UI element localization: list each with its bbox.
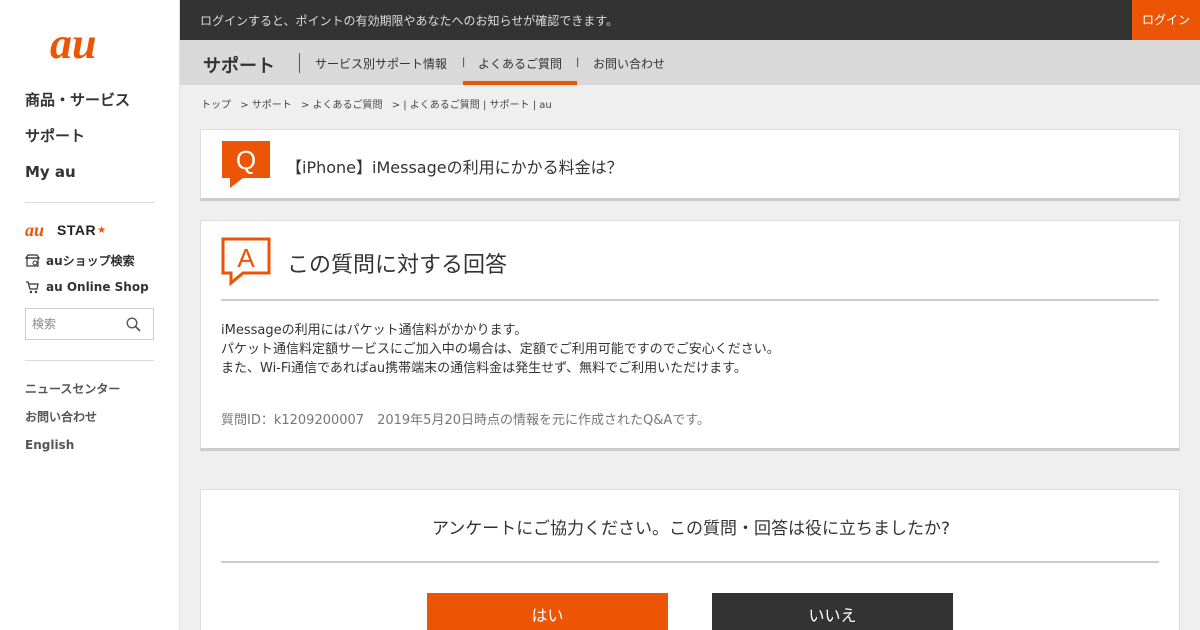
search-input[interactable] <box>26 310 121 338</box>
answer-line: また、Wi-Fi通信であればau携帯端末の通信料金は発生せず、無料でご利用いただ… <box>221 361 747 376</box>
subnav-separator: | <box>462 57 466 68</box>
au-mini-logo-icon: au <box>25 222 44 238</box>
survey-question: アンケートにご協力ください。この質問・回答は役に立ちましたか? <box>431 519 950 539</box>
breadcrumb: トップ > サポート > よくあるご質問 > | よくあるご質問 | サポート … <box>201 96 558 111</box>
answer-body: iMessageの利用にはパケット通信料がかかります。 パケット通信料定額サービ… <box>221 321 780 378</box>
shop-icon <box>25 253 40 267</box>
au-shop-search-label: auショップ検索 <box>46 254 135 268</box>
yes-button[interactable]: はい <box>427 593 668 630</box>
subnav-title[interactable]: サポート <box>203 52 275 78</box>
austar-logo[interactable]: au STAR ★ <box>25 221 106 239</box>
nav-support[interactable]: サポート <box>25 124 130 160</box>
sidebar-divider <box>25 202 154 203</box>
active-tab-indicator <box>463 81 577 85</box>
sidebar: au 商品・サービス サポート My au au STAR ★ auショップ検索… <box>0 0 180 630</box>
star-icon: ★ <box>97 224 107 236</box>
breadcrumb-current: > | よくあるご質問 | サポート | au <box>391 100 552 111</box>
au-shop-search-link[interactable]: auショップ検索 <box>25 252 135 269</box>
sidebar-sub-links: ニュースセンター お問い合わせ English <box>25 380 120 464</box>
search-box <box>25 308 154 340</box>
tab-service-support[interactable]: サービス別サポート情報 <box>315 55 447 72</box>
answer-line: パケット通信料定額サービスにご加入中の場合は、定額でご利用可能ですのでご安心くだ… <box>221 342 780 357</box>
top-bar: ログインすると、ポイントの有効期限やあなたへのお知らせが確認できます。 ログイン <box>180 0 1200 40</box>
breadcrumb-support[interactable]: > サポート <box>240 100 292 111</box>
au-online-shop-link[interactable]: au Online Shop <box>25 280 149 294</box>
contact-link[interactable]: お問い合わせ <box>25 408 120 436</box>
main-nav: 商品・サービス サポート My au <box>25 88 130 196</box>
tab-faq[interactable]: よくあるご質問 <box>478 55 562 72</box>
no-button[interactable]: いいえ <box>712 593 953 630</box>
question-meta: 質問ID：k1209200007 2019年5月20日時点の情報を元に作成された… <box>221 413 710 428</box>
au-online-shop-label: au Online Shop <box>46 280 149 294</box>
answer-divider <box>221 299 1159 301</box>
login-notice: ログインすると、ポイントの有効期限やあなたへのお知らせが確認できます。 <box>200 14 619 28</box>
tab-contact[interactable]: お問い合わせ <box>593 55 665 72</box>
sidebar-divider <box>25 360 154 361</box>
nav-my-au[interactable]: My au <box>25 160 130 196</box>
search-icon[interactable] <box>126 317 141 332</box>
login-button[interactable]: ログイン <box>1132 0 1200 40</box>
subnav-divider <box>299 53 300 73</box>
english-link[interactable]: English <box>25 436 120 464</box>
subnav-separator: | <box>576 57 580 68</box>
question-icon: Q <box>222 141 270 188</box>
au-logo[interactable]: au <box>50 22 130 64</box>
question-card: Q 【iPhone】iMessageの利用にかかる料金は？ <box>200 129 1180 201</box>
breadcrumb-top[interactable]: トップ <box>201 100 231 111</box>
svg-text:au: au <box>25 222 44 238</box>
question-title: 【iPhone】iMessageの利用にかかる料金は？ <box>286 158 623 177</box>
breadcrumb-faq[interactable]: > よくあるご質問 <box>301 100 383 111</box>
survey-card: アンケートにご協力ください。この質問・回答は役に立ちましたか? はい いいえ <box>200 489 1180 630</box>
austar-text: STAR <box>57 222 97 238</box>
svg-text:Q: Q <box>236 145 256 175</box>
answer-line: iMessageの利用にはパケット通信料がかかります。 <box>221 323 528 338</box>
cart-icon <box>26 281 39 294</box>
news-center-link[interactable]: ニュースセンター <box>25 380 120 408</box>
survey-divider <box>221 561 1159 563</box>
answer-icon: A <box>221 237 271 287</box>
answer-card: A この質問に対する回答 iMessageの利用にはパケット通信料がかかります。… <box>200 220 1180 451</box>
svg-text:A: A <box>237 243 255 273</box>
support-subnav: サポート サービス別サポート情報 | よくあるご質問 | お問い合わせ <box>180 40 1200 85</box>
nav-products-services[interactable]: 商品・サービス <box>25 88 130 124</box>
answer-heading: この質問に対する回答 <box>287 253 508 278</box>
svg-text:au: au <box>50 22 96 64</box>
